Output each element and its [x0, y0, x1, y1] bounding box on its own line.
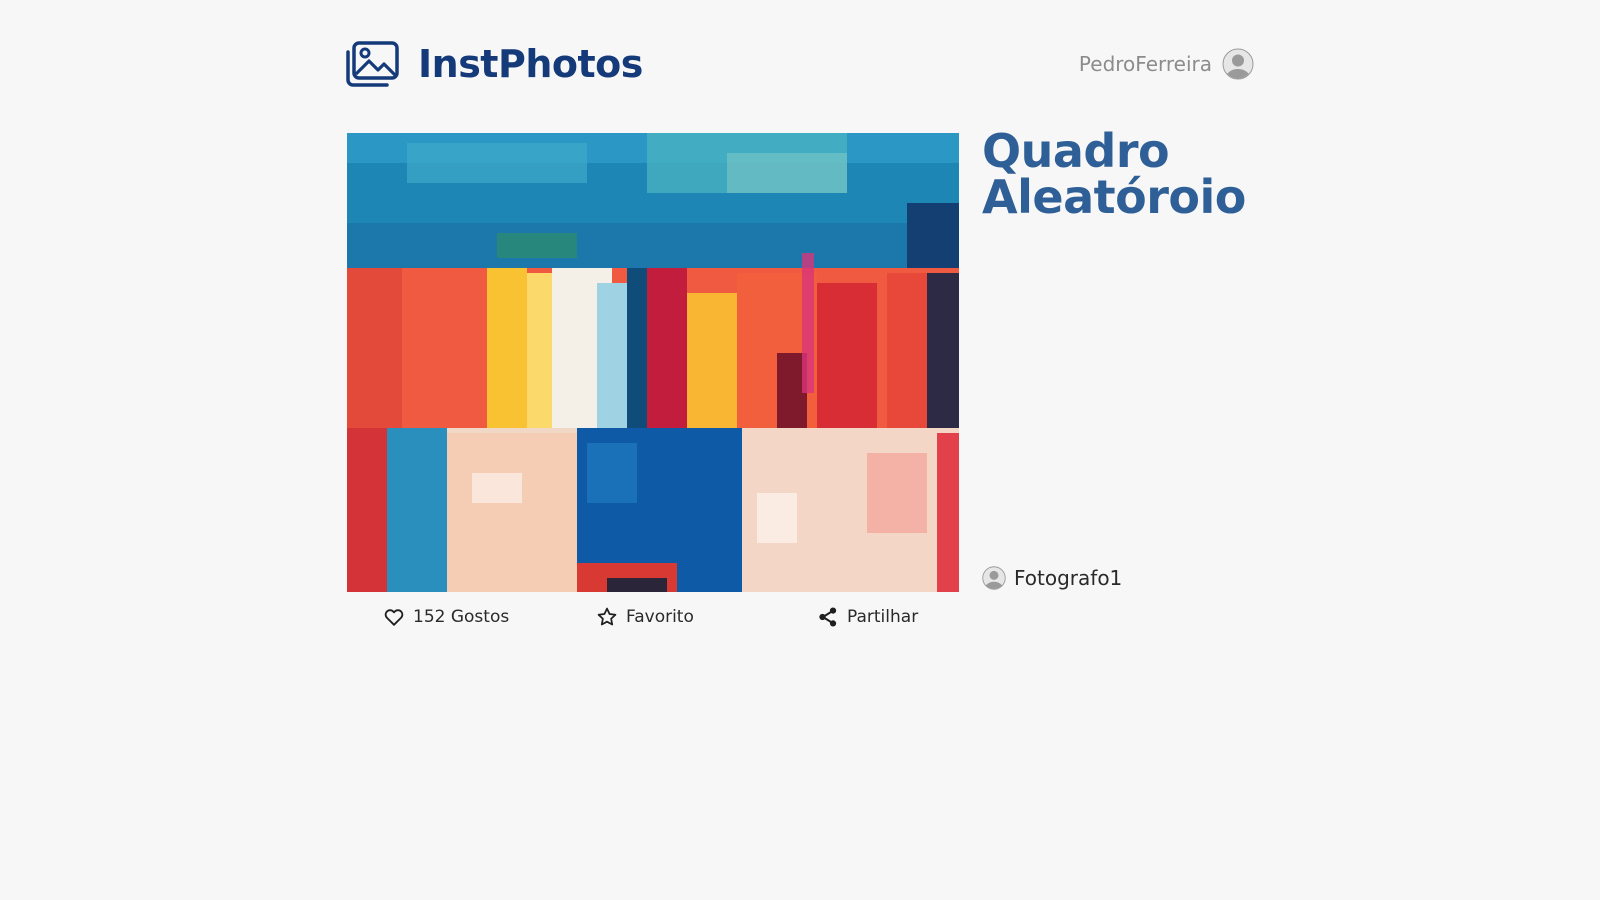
share-icon	[819, 607, 837, 627]
post-photo[interactable]	[347, 133, 959, 592]
heart-icon	[384, 609, 404, 626]
post-actions: 152 Gostos Favorito Partilhar	[347, 600, 959, 634]
logo-link[interactable]: InstPhotos	[344, 40, 643, 88]
user-menu[interactable]: PedroFerreira	[1079, 48, 1254, 80]
user-avatar-icon	[1222, 48, 1254, 80]
author-avatar-icon	[982, 566, 1006, 590]
share-button[interactable]: Partilhar	[817, 600, 918, 634]
favorite-button[interactable]: Favorito	[596, 600, 694, 634]
abstract-painting-image	[347, 133, 959, 592]
author-name: Fotografo1	[1014, 566, 1123, 590]
star-icon	[597, 607, 617, 626]
logo-text: InstPhotos	[418, 42, 643, 86]
user-name: PedroFerreira	[1078, 52, 1212, 76]
post-author[interactable]: Fotografo1	[982, 566, 1122, 590]
favorite-label: Favorito	[626, 607, 694, 627]
likes-count: 152 Gostos	[413, 607, 510, 627]
post-title: Quadro Aleatóroio	[982, 124, 1246, 224]
photo-gallery-icon	[346, 41, 399, 87]
like-button[interactable]: 152 Gostos	[383, 600, 509, 634]
page: InstPhotos PedroFerreira 152 Gostos Favo…	[0, 0, 1600, 900]
share-label: Partilhar	[847, 607, 919, 627]
